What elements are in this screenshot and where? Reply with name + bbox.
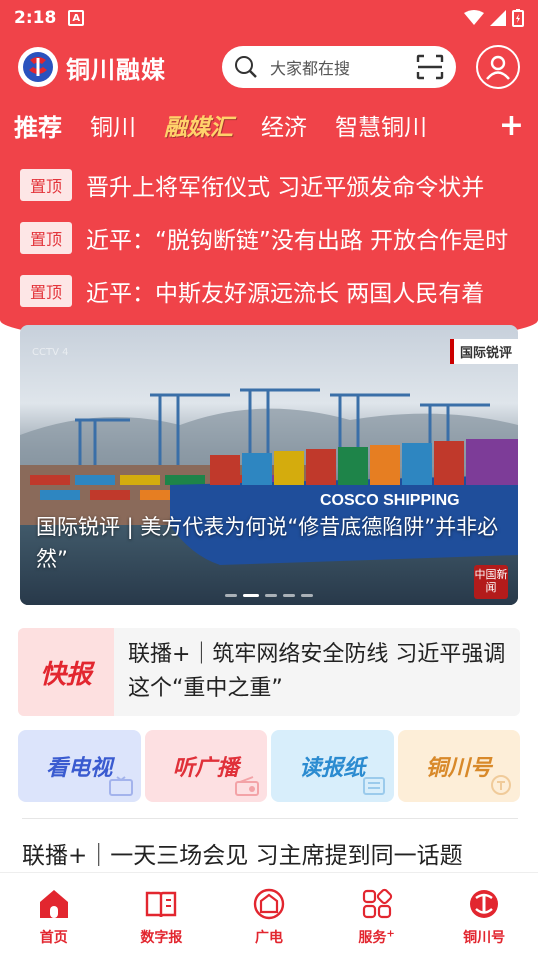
scan-icon[interactable]	[416, 54, 444, 80]
flash-news-card[interactable]: 快报 联播+｜筑牢网络安全防线 习近平强调这个“重中之重”	[18, 628, 520, 716]
notification-icon: A	[68, 10, 85, 26]
watch-tv-button[interactable]: 看电视	[18, 730, 141, 802]
radio-icon	[235, 776, 259, 796]
bottom-navigation: 首页 数字报 广电 服务+ 铜川号	[0, 872, 538, 958]
add-channel-button[interactable]: +	[499, 108, 524, 143]
app-header: 铜川融媒 大家都在搜	[0, 44, 538, 90]
carousel-dot	[265, 594, 277, 597]
home-icon	[39, 890, 68, 918]
search-icon	[235, 56, 257, 78]
banner-corner-tag: 国际锐评	[449, 339, 518, 364]
pinned-news-item[interactable]: 置顶 近平：中斯友好源远流长 两国人民有着	[20, 264, 520, 317]
channel-tabs: 推荐 铜川 融媒汇 经济 智慧铜川 +	[0, 104, 538, 146]
read-newspaper-label: 读报纸	[299, 755, 366, 781]
read-newspaper-button[interactable]: 读报纸	[271, 730, 394, 802]
logo-emblem-icon	[18, 47, 58, 87]
watch-tv-label: 看电视	[46, 755, 113, 781]
listen-radio-label: 听广播	[172, 755, 239, 781]
tongchuan-account-button[interactable]: 铜川号	[397, 730, 520, 802]
grid-icon	[362, 888, 392, 919]
status-time: 2:18	[14, 8, 57, 28]
user-avatar-icon[interactable]	[476, 45, 520, 89]
battery-icon	[512, 9, 524, 27]
nav-digital-paper[interactable]: 数字报	[108, 873, 216, 958]
pinned-news-list: 置顶 晋升上将军衔仪式 习近平颁发命令状并 置顶 近平：“脱钩断链”没有出路 开…	[20, 158, 520, 317]
pinned-badge: 置顶	[20, 221, 72, 254]
pinned-badge: 置顶	[20, 274, 72, 307]
nav-services-label: 服务+	[358, 928, 395, 946]
newspaper-icon	[362, 777, 385, 795]
carousel-dot	[283, 594, 295, 597]
carousel-indicator	[20, 594, 518, 597]
nav-digital-paper-label: 数字报	[140, 930, 183, 946]
tab-rongmeihui[interactable]: 融媒汇	[164, 108, 233, 142]
nav-home[interactable]: 首页	[0, 873, 108, 958]
pinned-headline: 晋升上将军衔仪式 习近平颁发命令状并	[86, 174, 485, 201]
nav-broadcast[interactable]: 广电	[215, 873, 323, 958]
search-placeholder: 大家都在搜	[270, 59, 351, 78]
nav-services[interactable]: 服务+	[323, 873, 431, 958]
pinned-news-item[interactable]: 置顶 近平：“脱钩断链”没有出路 开放合作是时	[20, 211, 520, 264]
divider	[22, 818, 518, 819]
news-list-item[interactable]: 联播+｜一天三场会见 习主席提到同一话题	[22, 836, 518, 870]
carousel-dot	[225, 594, 237, 597]
app-logo[interactable]: 铜川融媒	[18, 47, 166, 87]
nav-broadcast-label: 广电	[254, 930, 283, 946]
nav-tongchuan-account[interactable]: 铜川号	[430, 873, 538, 958]
flash-news-label: 快报	[18, 628, 114, 716]
nav-home-label: 首页	[39, 930, 68, 946]
carousel-dot	[301, 594, 313, 597]
app-name: 铜川融媒	[66, 54, 166, 84]
tab-tongchuan[interactable]: 铜川	[90, 108, 136, 142]
pinned-badge: 置顶	[20, 168, 72, 201]
tongchuan-account-label: 铜川号	[425, 755, 492, 781]
banner-carousel[interactable]: COSCO SHIPPING CCTV 4 国际锐评 国际锐评 | 美方代表为何…	[20, 325, 518, 605]
carousel-dot-active	[243, 594, 259, 597]
wifi-icon	[464, 10, 484, 25]
search-bar[interactable]: 大家都在搜	[222, 46, 456, 88]
tab-recommend[interactable]: 推荐	[14, 108, 62, 143]
book-icon	[146, 891, 177, 918]
tongchuan-logo-icon	[470, 890, 499, 918]
nav-tongchuan-account-label: 铜川号	[463, 930, 506, 946]
banner-caption: 国际锐评 | 美方代表为何说“修昔底德陷阱”并非必然”	[36, 515, 499, 571]
status-bar: 2:18 A	[0, 0, 538, 36]
pinned-headline: 近平：“脱钩断链”没有出路 开放合作是时	[86, 227, 509, 254]
broadcast-icon	[253, 888, 285, 920]
signal-icon	[490, 10, 506, 26]
tab-smart-tongchuan[interactable]: 智慧铜川	[335, 108, 427, 142]
media-shortcuts: 看电视 听广播 读报纸 铜川号	[18, 730, 520, 802]
flash-news-text: 联播+｜筑牢网络安全防线 习近平强调这个“重中之重”	[128, 642, 506, 701]
pinned-news-item[interactable]: 置顶 晋升上将军衔仪式 习近平颁发命令状并	[20, 158, 520, 211]
banner-watermark: CCTV 4	[32, 347, 69, 358]
svg-text:COSCO SHIPPING: COSCO SHIPPING	[320, 492, 460, 509]
account-icon	[491, 775, 511, 795]
listen-radio-button[interactable]: 听广播	[144, 730, 267, 802]
tab-economy[interactable]: 经济	[261, 108, 307, 142]
tv-icon	[108, 776, 133, 796]
pinned-headline: 近平：中斯友好源远流长 两国人民有着	[86, 280, 485, 307]
